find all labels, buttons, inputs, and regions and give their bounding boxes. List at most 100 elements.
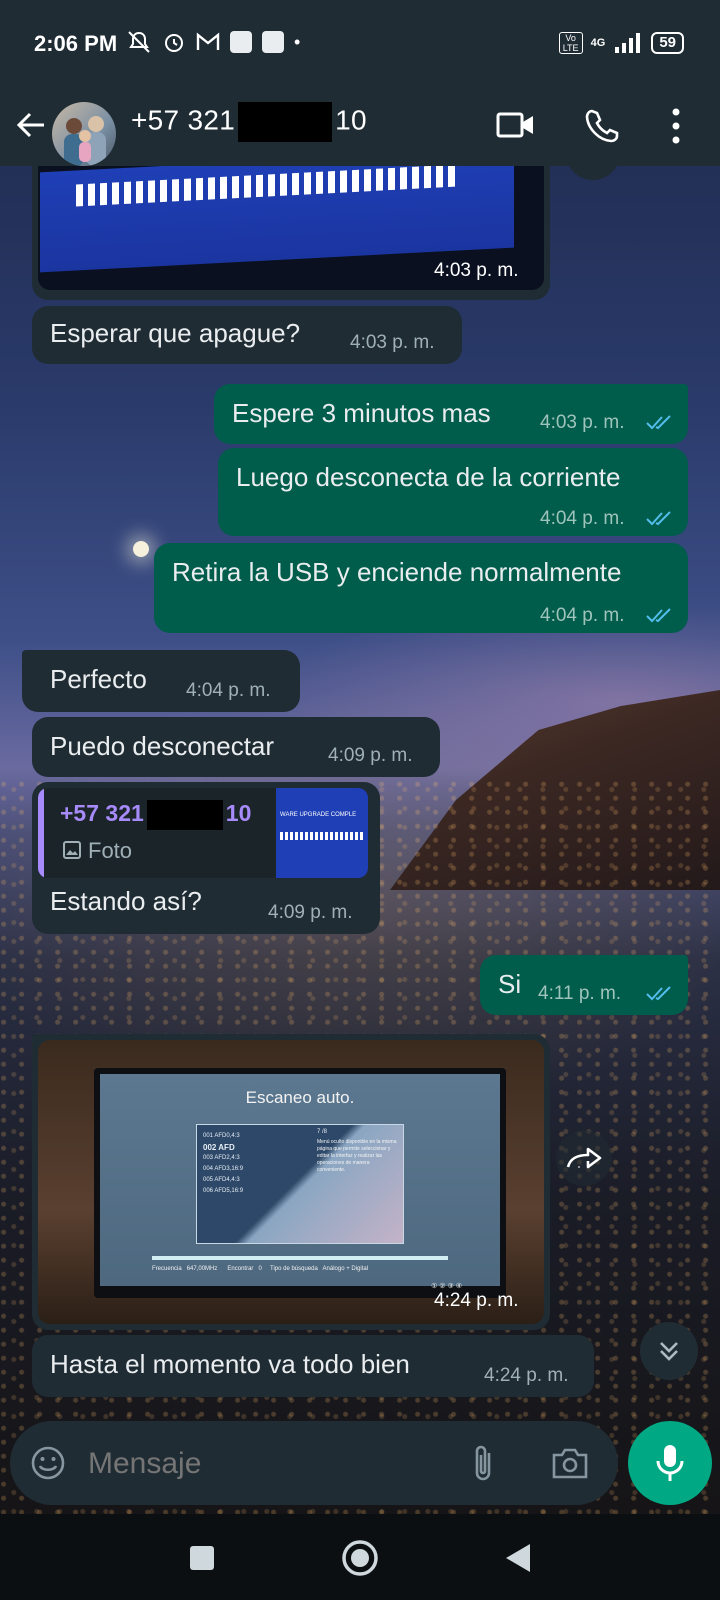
image-message-bubble[interactable]: 4:03 p. m. [32, 160, 550, 300]
quote-thumb-progress [280, 832, 364, 840]
read-ticks-icon [646, 608, 671, 623]
tv-scan-progress [152, 1256, 448, 1260]
phone-icon[interactable] [584, 108, 620, 144]
gmail-icon [196, 32, 220, 50]
message-text: Luego desconecta de la corriente [236, 462, 621, 492]
tv-panel-counter: 7 /8 [317, 1129, 328, 1135]
quote-sender: +57 321 10 [60, 800, 251, 830]
tv-found-label: Encontrar [227, 1266, 254, 1272]
arrow-left-icon[interactable] [14, 108, 48, 142]
mic-icon [656, 1445, 684, 1481]
battery-level: 59 [651, 32, 684, 54]
app-notification-icon [230, 31, 252, 53]
avatar-photo [64, 116, 106, 166]
tv-channel: 001 AFD0,4:3 [203, 1133, 240, 1139]
image-message-bubble[interactable]: Escaneo auto. 001 AFD0,4:3 002 AFD 003 A… [32, 1034, 550, 1330]
signal-icon [615, 33, 641, 53]
status-notification-icons: • [126, 30, 300, 54]
camera-icon[interactable] [550, 1445, 590, 1481]
message-time: 4:09 p. m. [328, 745, 413, 766]
status-time: 2:06 PM [34, 31, 118, 56]
quote-accent-bar [38, 788, 44, 878]
voice-message-button[interactable] [628, 1421, 712, 1505]
quote-sender-suffix: 10 [225, 800, 252, 827]
tv-channel-panel: 001 AFD0,4:3 002 AFD 003 AFD2,4:3 004 AF… [196, 1124, 404, 1244]
message-time: 4:03 p. m. [350, 332, 435, 353]
tv-freq-value: 647,00MHz [186, 1266, 218, 1272]
message-text: Hasta el momento va todo bien [50, 1349, 410, 1379]
incoming-message[interactable]: Hasta el momento va todo bien 4:24 p. m. [32, 1335, 594, 1397]
tv-blue-screen [40, 160, 514, 273]
forward-icon [566, 1147, 602, 1169]
outgoing-message[interactable]: Retira la USB y enciende normalmente 4:0… [154, 543, 688, 633]
message-text: Retira la USB y enciende normalmente [172, 557, 622, 587]
contact-number-suffix: 10 [335, 104, 367, 136]
home-icon[interactable] [340, 1538, 380, 1578]
message-time: 4:04 p. m. [540, 605, 625, 626]
double-chevron-down-icon [660, 1342, 678, 1361]
contact-number-prefix: +57 321 [131, 104, 236, 136]
message-text: Puedo desconectar [50, 731, 275, 761]
quote-thumbnail: WARE UPGRADE COMPLE [276, 788, 368, 878]
scroll-down-button[interactable] [640, 1322, 698, 1380]
progress-bar-segments [76, 164, 455, 207]
alarm-icon [165, 34, 183, 52]
quote-type-label: Foto [88, 838, 133, 863]
message-time: 4:04 p. m. [186, 680, 271, 701]
system-navigation-bar [0, 1514, 720, 1600]
message-time: 4:03 p. m. [540, 412, 625, 433]
message-composer[interactable] [10, 1421, 618, 1505]
message-time: 4:24 p. m. [484, 1365, 569, 1386]
quoted-message[interactable]: +57 321 10 Foto WARE UPGRADE COMPLE [38, 788, 368, 878]
tv-scan-title: Escaneo auto. [245, 1088, 355, 1107]
volte-icon: Vo LTE [558, 32, 583, 54]
video-call-icon[interactable] [496, 108, 536, 142]
tv-screen: Escaneo auto. 001 AFD0,4:3 002 AFD 003 A… [100, 1074, 500, 1290]
quote-thumb-text: WARE UPGRADE COMPLE [280, 812, 357, 818]
redaction-box [238, 102, 333, 142]
app-notification-icon [262, 31, 284, 53]
image-tv-scan: Escaneo auto. 001 AFD0,4:3 002 AFD 003 A… [38, 1040, 544, 1324]
outgoing-message[interactable]: Luego desconecta de la corriente 4:04 p.… [218, 448, 688, 536]
tv-search-label: Tipo de búsqueda [270, 1266, 318, 1272]
message-text: Si [498, 969, 522, 999]
tv-channel-list: 001 AFD0,4:3 002 AFD 003 AFD2,4:3 004 AF… [203, 1131, 243, 1197]
incoming-message[interactable]: Puedo desconectar 4:09 p. m. [32, 717, 440, 777]
network-type: 4G [590, 37, 606, 49]
tv-freq-label: Frecuencia [152, 1266, 182, 1272]
incoming-message[interactable]: Perfecto 4:04 p. m. [22, 650, 300, 712]
read-ticks-icon [646, 511, 671, 526]
tv-frame: Escaneo auto. 001 AFD0,4:3 002 AFD 003 A… [94, 1068, 506, 1298]
emoji-icon[interactable] [30, 1445, 66, 1481]
contact-avatar[interactable] [52, 102, 116, 166]
more-vert-icon[interactable] [670, 106, 682, 146]
contact-name[interactable]: +57 321 10 [131, 102, 367, 142]
status-system-icons: Vo LTE 4G 59 [558, 32, 684, 54]
message-text: Estando así? [50, 886, 202, 916]
message-input[interactable] [86, 1441, 450, 1487]
incoming-reply-message[interactable]: +57 321 10 Foto WARE UPGRADE COMPLE Estan… [32, 782, 380, 934]
mute-icon [128, 31, 150, 53]
incoming-message[interactable]: Esperar que apague? 4:03 p. m. [32, 306, 462, 364]
paperclip-icon[interactable] [472, 1443, 496, 1483]
status-bar: 2:06 PM • Vo LTE 4G 59 [0, 0, 720, 88]
tv-channel: 003 AFD2,4:3 [203, 1155, 240, 1161]
outgoing-message[interactable]: Si 4:11 p. m. [480, 955, 688, 1015]
chat-header: +57 321 10 [0, 88, 720, 166]
message-time: 4:03 p. m. [434, 260, 519, 281]
message-text: Esperar que apague? [50, 318, 301, 348]
tv-panel-description: Menú oculto disponible en la misma págin… [317, 1139, 397, 1173]
tv-channel: 005 AFD4,4:3 [203, 1177, 240, 1183]
message-time: 4:04 p. m. [540, 508, 625, 529]
forward-button[interactable] [556, 1130, 612, 1186]
quote-type: Foto [62, 838, 132, 864]
tv-channel: 006 AFD5,16:9 [203, 1188, 244, 1194]
message-text: Perfecto [50, 664, 147, 694]
outgoing-message[interactable]: Espere 3 minutos mas 4:03 p. m. [214, 384, 688, 444]
message-time: 4:09 p. m. [268, 902, 353, 923]
recents-icon[interactable] [188, 1544, 216, 1572]
tv-scan-info: Frecuencia 647,00MHz Encontrar 0 Tipo de… [152, 1266, 368, 1272]
message-text: Espere 3 minutos mas [232, 398, 491, 428]
wallpaper-moon [133, 541, 149, 557]
back-nav-icon[interactable] [504, 1542, 532, 1574]
